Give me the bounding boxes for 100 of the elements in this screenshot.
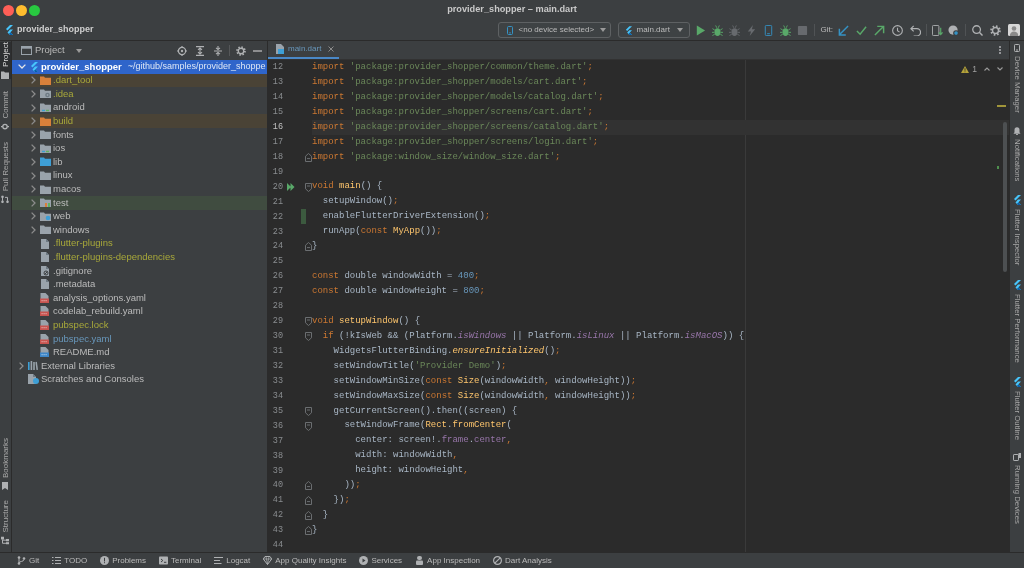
settings-icon[interactable] [236,45,246,56]
tool-window-tab[interactable]: Terminal [159,556,202,565]
tree-item[interactable]: README.md [40,345,110,360]
line-number: 19 [272,167,283,177]
tree-item[interactable]: .flutter-plugins-dependencies [40,250,175,265]
tree-item[interactable]: pubspec.lock [40,317,109,333]
tree-item[interactable]: fonts [40,127,74,142]
tree-item[interactable]: analysis_options.yaml [40,290,146,305]
tree-item[interactable]: windows [40,222,90,238]
tool-window-tab[interactable]: Git [17,556,40,565]
arrow-icon[interactable] [874,24,885,36]
tool-window-tab[interactable]: App Inspection [415,556,481,565]
chevron-right-icon[interactable] [31,117,36,126]
editor-tab[interactable]: main.dart [268,41,340,59]
tool-window-tab[interactable]: TODO [52,556,88,565]
tool-window-tab[interactable]: Dart Analysis [493,556,552,565]
chevron-right-icon[interactable] [31,198,36,207]
tree-item[interactable]: provider_shopper ~/github/samples/provider_shoppe [28,60,266,74]
tree-item[interactable]: .idea [40,86,74,102]
fold-marker-icon[interactable] [305,331,312,341]
bug-icon[interactable] [711,24,723,36]
tree-item[interactable]: .metadata [40,277,96,292]
tree-item[interactable]: codelab_rebuild.yaml [40,304,143,319]
device-selector[interactable]: <no device selected> [497,22,611,38]
chevron-right-icon[interactable] [19,361,24,370]
tool-window-tab[interactable]: App Quality Insights [263,556,347,565]
scrollbar-thumb[interactable] [1003,122,1007,272]
tree-item[interactable]: build [40,114,74,129]
fold-marker-icon[interactable] [305,242,312,252]
tree-item[interactable]: linux [40,168,73,183]
arrow-icon[interactable] [838,24,849,36]
tree-item[interactable]: web [40,209,71,224]
expand-all-icon[interactable] [196,45,204,56]
chevron-up-icon[interactable] [984,67,990,72]
tool-window-tab[interactable]: Pull Requests [0,142,11,204]
fold-marker-icon[interactable] [305,421,312,431]
fold-marker-icon[interactable] [305,496,312,506]
tree-item[interactable]: .flutter-plugins [40,236,113,251]
circle-icon[interactable] [948,24,959,36]
tool-window-tab[interactable]: Bookmarks [0,437,11,490]
fold-marker-icon[interactable] [305,511,312,521]
chevron-right-icon[interactable] [31,185,36,194]
tree-item[interactable]: ios [40,141,66,156]
chevron-right-icon[interactable] [31,171,36,180]
bug-icon[interactable] [779,24,791,36]
tree-item[interactable]: .dart_tool [40,73,93,88]
close-icon[interactable] [328,46,335,52]
chevron-right-icon[interactable] [31,130,36,139]
minimize-icon[interactable] [253,49,262,52]
chevron-right-icon[interactable] [31,212,36,221]
chevron-down-icon[interactable] [997,67,1003,72]
undo-icon[interactable] [910,24,921,36]
tree-item[interactable]: test [40,195,69,210]
line-number: 22 [272,212,283,222]
chevron-right-icon[interactable] [31,103,36,112]
tree-item[interactable]: pubspec.yaml [40,331,112,346]
fold-marker-icon[interactable] [305,316,312,326]
git-label: Git: [820,24,833,36]
tree-item[interactable]: android [40,100,85,115]
user-icon[interactable] [1008,24,1020,36]
crosshair-icon[interactable] [177,45,187,56]
clock-icon[interactable] [892,24,903,36]
tool-window-tab[interactable]: Commit [0,90,11,131]
tree-item[interactable]: External Libraries [28,358,115,373]
chevron-right-icon[interactable] [31,76,36,85]
chevron-right-icon[interactable] [31,144,36,153]
line-number: 16 [272,122,283,132]
tree-item[interactable]: macos [40,182,81,197]
run-icon[interactable] [694,24,706,36]
zoom-button[interactable] [29,4,40,16]
tree-item[interactable]: lib [40,154,63,170]
settings-icon[interactable] [990,24,1001,36]
line-number: 23 [272,227,283,237]
tool-window-tab[interactable]: Problems [100,556,146,565]
phone-icon[interactable] [762,24,774,36]
close-button[interactable] [3,4,14,16]
tool-window-tab[interactable]: Project [0,42,11,79]
tool-window-tab[interactable]: Structure [0,499,11,544]
chevron-right-icon[interactable] [31,90,36,98]
phone-icon[interactable] [932,24,943,36]
tool-window-tab[interactable]: Services [359,556,403,565]
search-icon[interactable] [972,24,983,36]
run-configuration-selector[interactable]: main.dart [617,22,690,38]
check-icon[interactable] [856,24,867,36]
fold-marker-icon[interactable] [305,481,312,491]
tree-item[interactable]: Scratches and Consoles [28,372,144,387]
chevron-right-icon[interactable] [31,157,36,166]
fold-marker-icon[interactable] [305,526,312,536]
tree-item[interactable]: .gitignore [40,263,93,278]
chevron-right-icon[interactable] [31,225,36,234]
tool-window-tab[interactable]: Logcat [214,556,251,565]
view-selector[interactable]: Project [21,43,82,58]
run-icon[interactable] [287,183,295,191]
code-line: runApp(const MyApp()); [322,227,442,237]
fold-marker-icon[interactable] [305,182,312,192]
fold-marker-icon[interactable] [305,152,312,162]
warnings-indicator[interactable]: 1 [961,65,977,74]
collapse-all-icon[interactable] [214,45,222,56]
fold-marker-icon[interactable] [305,406,312,416]
minimize-button[interactable] [16,4,27,16]
